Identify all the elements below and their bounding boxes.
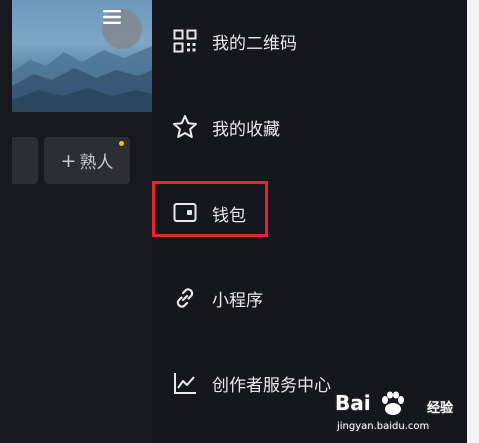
- add-acquaintance-label: 熟人: [79, 153, 114, 173]
- menu-item-creator-center[interactable]: 创作者服务中心: [172, 366, 331, 400]
- menu-item-mini-programs[interactable]: 小程序: [172, 281, 263, 315]
- friends-panel: + 熟人: [0, 0, 152, 443]
- filter-chip-partial[interactable]: [12, 137, 38, 184]
- menu-item-label: 小程序: [212, 290, 263, 311]
- profile-banner-image: [12, 0, 152, 112]
- qr-code-icon: [172, 28, 198, 54]
- watermark-url: jingyan.baidu.com: [337, 421, 430, 432]
- menu-item-qr-code[interactable]: 我的二维码: [172, 24, 297, 58]
- side-drawer-menu: 我的二维码 我的收藏 钱包 小程序 创作者服务中心: [152, 0, 467, 443]
- plus-icon: +: [60, 149, 77, 172]
- hamburger-icon: [103, 10, 121, 24]
- right-edge: [467, 0, 479, 443]
- menu-item-label: 我的收藏: [212, 119, 280, 140]
- menu-item-label: 我的二维码: [212, 33, 297, 54]
- chart-icon: [172, 370, 198, 396]
- baidu-jingyan-watermark: Bai 经验 jingyan.baidu.com: [335, 391, 470, 439]
- watermark-brand: 经验: [427, 401, 454, 416]
- watermark-logo: Bai: [335, 391, 371, 415]
- paw-icon: [382, 391, 404, 415]
- menu-item-label: 创作者服务中心: [212, 375, 331, 396]
- notification-dot: [119, 141, 124, 146]
- highlight-annotation-box: [152, 181, 268, 237]
- menu-item-favorites[interactable]: 我的收藏: [172, 110, 280, 144]
- star-icon: [172, 114, 198, 140]
- menu-button[interactable]: [102, 9, 142, 49]
- link-icon: [172, 285, 198, 311]
- add-acquaintance-chip[interactable]: + 熟人: [44, 137, 130, 184]
